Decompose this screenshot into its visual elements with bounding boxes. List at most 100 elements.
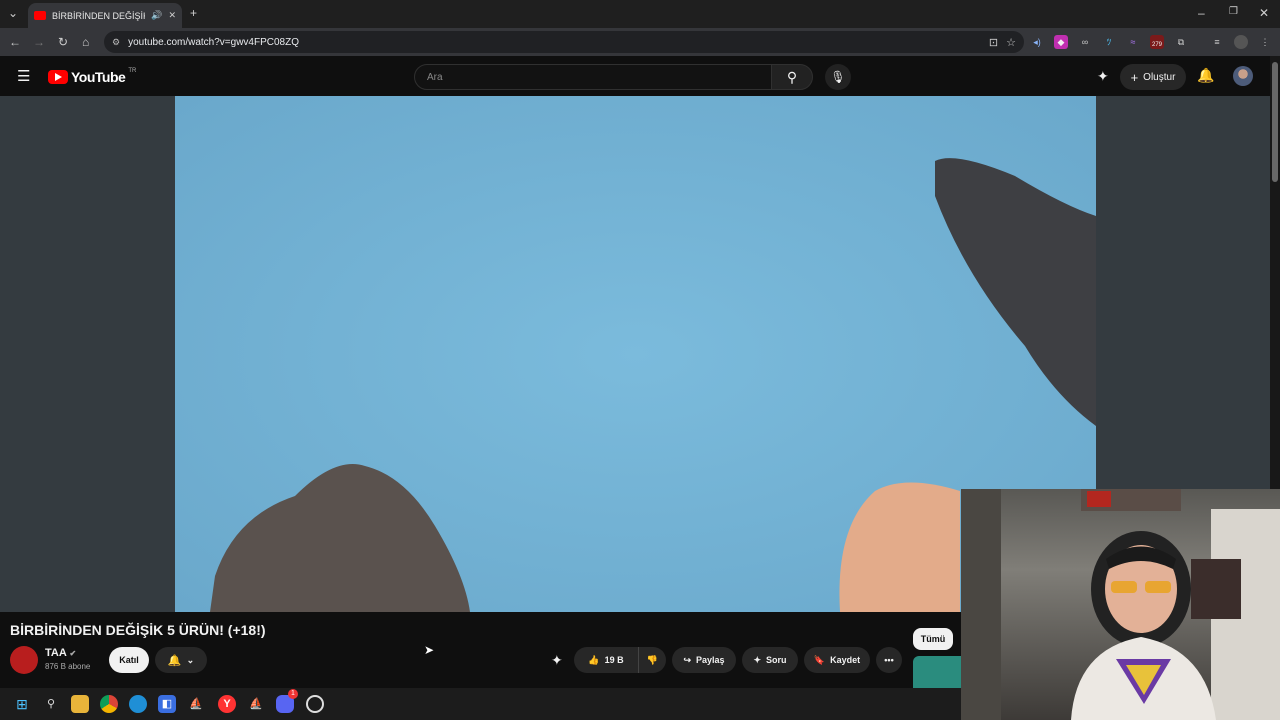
save-label: Kaydet bbox=[830, 655, 861, 665]
url-text: youtube.com/watch?v=gwv4FPC08ZQ bbox=[128, 36, 299, 48]
dislike-button[interactable]: 👎 bbox=[638, 647, 666, 673]
discord-icon[interactable]: 1 bbox=[276, 689, 298, 713]
recommendation-thumbnail[interactable] bbox=[913, 656, 961, 688]
extension-pink-icon[interactable]: ◆ bbox=[1054, 35, 1068, 49]
close-window-icon[interactable]: ✕ bbox=[1259, 6, 1269, 20]
save-button[interactable]: 🔖 Kaydet bbox=[804, 647, 870, 673]
account-avatar[interactable] bbox=[1233, 66, 1253, 86]
tab-title: BİRBİRİNDEN DEĞİŞİK 5 ÜR bbox=[52, 10, 145, 21]
search-icon: ⚲ bbox=[786, 69, 798, 85]
share-label: Paylaş bbox=[696, 655, 725, 665]
youtube-favicon-icon bbox=[34, 11, 46, 20]
media-control-icon[interactable]: ≡ bbox=[1210, 35, 1224, 49]
windows-start-icon[interactable]: ⊞ bbox=[13, 695, 31, 713]
channel-avatar[interactable] bbox=[10, 646, 38, 674]
more-actions-button[interactable]: ••• bbox=[876, 647, 902, 673]
forward-icon[interactable]: → bbox=[33, 35, 45, 49]
notifications-bell-icon[interactable]: 🔔 bbox=[1197, 67, 1214, 84]
windows-taskbar: ⊞ ⚲ ◧ ⛵ Y ⛵ 1 bbox=[0, 688, 961, 720]
yandex-icon[interactable]: Y bbox=[218, 695, 236, 713]
extension-blue-icon[interactable]: ﾂ bbox=[1102, 35, 1116, 49]
file-explorer-icon[interactable] bbox=[71, 695, 89, 713]
like-count: 19 B bbox=[604, 655, 624, 665]
tab-search-icon[interactable]: ⌄ bbox=[8, 6, 18, 20]
verified-icon: ✔ bbox=[69, 649, 77, 658]
minimize-icon[interactable]: – bbox=[1198, 6, 1205, 20]
extension-glasses-icon[interactable]: ∞ bbox=[1078, 35, 1092, 49]
toolbar: ← → ↻ ⌂ ⚙ youtube.com/watch?v=gwv4FPC08Z… bbox=[0, 28, 1280, 56]
chip-all-label: Tümü bbox=[920, 634, 946, 644]
speaker-icon[interactable]: 🔊 bbox=[151, 10, 162, 21]
bookmark-icon: 🔖 bbox=[813, 654, 826, 665]
search-button[interactable]: ⚲ bbox=[771, 64, 813, 90]
subscription-bell-button[interactable]: 🔔 ⌄ bbox=[155, 647, 207, 673]
more-dots-icon: ••• bbox=[884, 655, 894, 665]
youtube-header: ☰ YouTube TR Ara ⚲ 🎙 ✦ + Oluştur 🔔 bbox=[0, 56, 1270, 96]
menu-dots-icon[interactable]: ⋮ bbox=[1258, 35, 1272, 49]
like-button[interactable]: 👍 19 B bbox=[574, 647, 638, 673]
browser-tab[interactable]: BİRBİRİNDEN DEĞİŞİK 5 ÜR 🔊 ✕ bbox=[28, 3, 182, 28]
chevron-down-icon: ⌄ bbox=[186, 654, 195, 665]
logo-text: YouTube bbox=[71, 69, 126, 85]
home-icon[interactable]: ⌂ bbox=[82, 35, 89, 49]
join-button[interactable]: Katıl bbox=[109, 647, 149, 673]
create-label: Oluştur bbox=[1143, 71, 1176, 83]
thumbs-up-icon: 👍 bbox=[588, 654, 600, 665]
mouse-cursor-icon: ➤ bbox=[424, 643, 435, 657]
address-bar[interactable]: ⚙ youtube.com/watch?v=gwv4FPC08ZQ ⊡ ☆ bbox=[104, 31, 1024, 53]
share-button[interactable]: ↪ Paylaş bbox=[672, 647, 736, 673]
search-input[interactable]: Ara bbox=[414, 64, 772, 90]
region-code: TR bbox=[128, 68, 137, 74]
reload-icon[interactable]: ↻ bbox=[58, 35, 68, 49]
profile-icon[interactable] bbox=[1234, 35, 1248, 49]
bell-icon: 🔔 bbox=[167, 654, 182, 667]
tab-strip: ⌄ BİRBİRİNDEN DEĞİŞİK 5 ÜR 🔊 ✕ + – ❐ ✕ bbox=[0, 0, 1280, 28]
cast-sparkle-icon[interactable]: ✦ bbox=[551, 652, 563, 669]
voice-search-button[interactable]: 🎙 bbox=[825, 64, 851, 90]
chip-all[interactable]: Tümü bbox=[913, 628, 953, 650]
hamburger-menu-icon[interactable]: ☰ bbox=[17, 67, 30, 85]
youtube-play-icon bbox=[48, 70, 68, 84]
plus-icon: + bbox=[1130, 69, 1139, 85]
ask-button[interactable]: ✦ Soru bbox=[742, 647, 798, 673]
extension-badge: 279 bbox=[1151, 42, 1162, 48]
steam-icon[interactable]: ⛵ bbox=[187, 695, 205, 713]
thumbs-down-icon: 👎 bbox=[646, 654, 659, 665]
webcam-overlay bbox=[961, 489, 1280, 720]
extension-counter-icon[interactable]: 279 bbox=[1150, 35, 1164, 49]
channel-name[interactable]: TAA ✔ bbox=[45, 647, 76, 659]
edge-icon[interactable] bbox=[129, 695, 147, 713]
webcam-image bbox=[961, 489, 1280, 720]
bookmark-star-icon[interactable]: ☆ bbox=[1006, 36, 1016, 49]
taskbar-search-icon[interactable]: ⚲ bbox=[42, 695, 60, 713]
extension-purple-icon[interactable]: ≈ bbox=[1126, 35, 1140, 49]
join-label: Katıl bbox=[119, 655, 139, 665]
close-tab-icon[interactable]: ✕ bbox=[168, 10, 176, 21]
maximize-icon[interactable]: ❐ bbox=[1229, 6, 1238, 17]
cast-icon[interactable]: ✦ bbox=[1097, 68, 1109, 85]
create-button[interactable]: + Oluştur bbox=[1120, 64, 1186, 90]
discord-badge: 1 bbox=[288, 689, 298, 699]
scroll-thumb[interactable] bbox=[1272, 62, 1278, 182]
chrome-icon[interactable] bbox=[100, 695, 118, 713]
install-icon[interactable]: ⊡ bbox=[989, 36, 998, 49]
video-content-image bbox=[175, 96, 1096, 612]
mic-icon: 🎙 bbox=[830, 70, 846, 84]
video-title: BİRBİRİNDEN DEĞİŞİK 5 ÜRÜN! (+18!) bbox=[10, 622, 266, 638]
extensions-puzzle-icon[interactable]: ⧉ bbox=[1174, 35, 1188, 49]
back-icon[interactable]: ← bbox=[9, 35, 21, 49]
extension-sound-icon[interactable]: ◂) bbox=[1030, 35, 1044, 49]
channel-name-text: TAA bbox=[45, 647, 67, 659]
steam-alt-icon[interactable]: ⛵ bbox=[247, 695, 265, 713]
subscriber-count: 876 B abone bbox=[45, 662, 91, 671]
search-placeholder: Ara bbox=[427, 71, 443, 83]
ask-label: Soru bbox=[766, 655, 787, 665]
new-tab-icon[interactable]: + bbox=[190, 6, 197, 20]
app-circle-icon[interactable] bbox=[306, 695, 324, 713]
store-icon[interactable]: ◧ bbox=[158, 695, 176, 713]
sparkle-icon: ✦ bbox=[753, 654, 762, 665]
share-icon: ↪ bbox=[683, 654, 691, 665]
video-frame[interactable] bbox=[175, 96, 1096, 612]
youtube-logo[interactable]: YouTube TR bbox=[48, 68, 137, 85]
site-info-icon[interactable]: ⚙ bbox=[112, 37, 120, 48]
